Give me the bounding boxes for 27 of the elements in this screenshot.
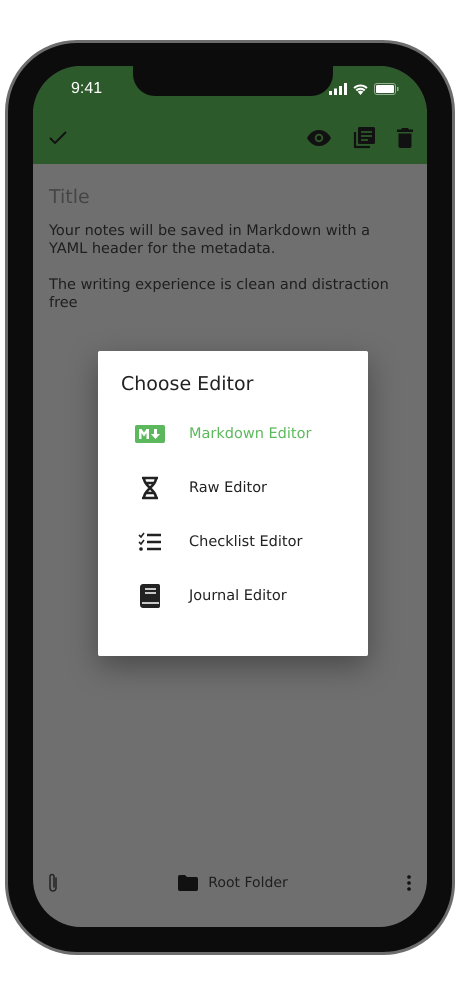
dialog-title: Choose Editor xyxy=(120,373,254,395)
attach-button[interactable] xyxy=(47,872,59,894)
status-time: 9:41 xyxy=(71,80,102,98)
signal-icon xyxy=(329,83,347,95)
done-button[interactable] xyxy=(49,131,67,145)
editor-option[interactable]: Raw Editor xyxy=(98,461,368,515)
checkmark-icon xyxy=(49,131,67,145)
note-paragraph: The writing experience is clean and distraction free xyxy=(49,276,390,312)
library-icon xyxy=(353,127,375,149)
checklist-icon xyxy=(138,532,162,552)
wifi-icon xyxy=(352,83,369,95)
editor-option[interactable]: Journal Editor xyxy=(98,569,368,623)
more-button[interactable] xyxy=(407,875,411,891)
toolbar-button[interactable] xyxy=(307,130,331,146)
markdown-icon xyxy=(135,425,165,443)
note-paragraph: Your notes will be saved in Markdown with a YAML header for the metadata. xyxy=(49,222,372,258)
battery-icon xyxy=(374,83,399,95)
more-icon xyxy=(407,875,411,891)
dna-icon xyxy=(139,476,161,500)
toolbar-button[interactable] xyxy=(397,128,413,148)
eye-icon xyxy=(307,130,331,146)
toolbar-button[interactable] xyxy=(353,127,375,149)
trash-icon xyxy=(397,128,413,148)
editor-option[interactable]: Checklist Editor xyxy=(98,515,368,569)
paperclip-icon xyxy=(47,872,59,894)
book-icon xyxy=(140,584,160,608)
folder-icon xyxy=(178,875,198,891)
